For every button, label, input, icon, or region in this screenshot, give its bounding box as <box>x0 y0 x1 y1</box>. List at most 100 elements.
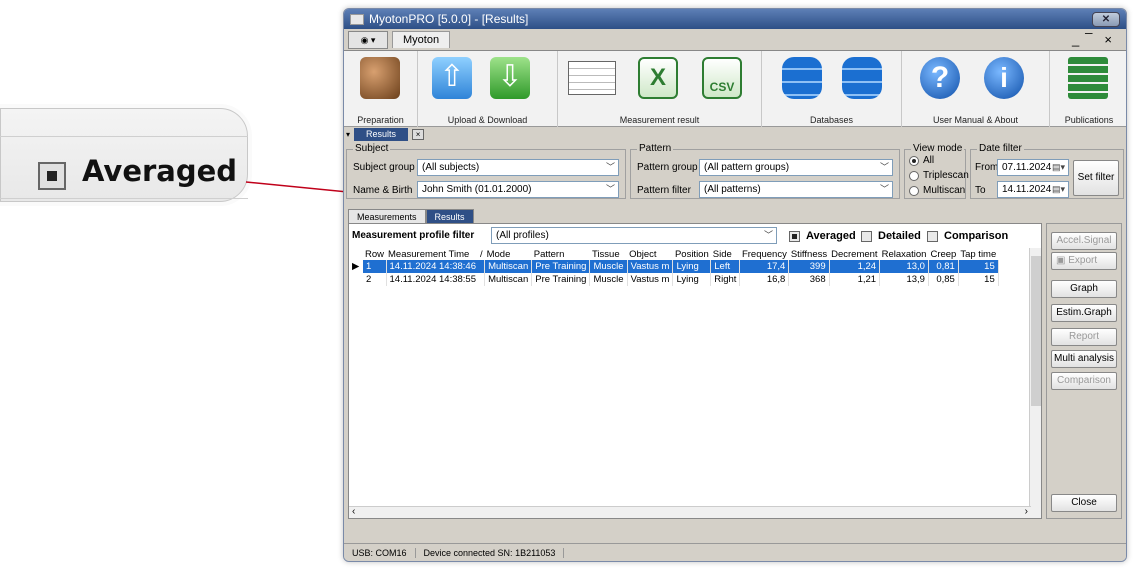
col-decrement[interactable]: Decrement <box>829 248 879 260</box>
cell-row[interactable]: 2 <box>363 273 387 286</box>
tab-measurements[interactable]: Measurements <box>348 209 426 223</box>
date-from-picker[interactable]: 07.11.2024 ▤▾ <box>997 159 1069 176</box>
doc-tab-close-icon[interactable]: × <box>412 128 425 140</box>
date-to-picker[interactable]: 14.11.2024 ▤▾ <box>997 181 1069 198</box>
mdi-controls[interactable]: _ ̅ × <box>1072 32 1118 47</box>
col-frequency[interactable]: Frequency <box>740 248 789 260</box>
cell-creep[interactable]: 0,85 <box>928 273 959 286</box>
col-stiffness[interactable]: Stiffness <box>789 248 829 260</box>
multi-analysis-button[interactable]: Multi analysis <box>1051 350 1117 368</box>
cell-relaxation[interactable]: 13,0 <box>879 260 929 273</box>
doc-tab-results[interactable]: Results <box>354 127 409 141</box>
set-filter-button[interactable]: Set filter <box>1073 160 1119 196</box>
cell-stiffness[interactable]: 399 <box>788 260 830 273</box>
col-relaxation[interactable]: Relaxation <box>880 248 929 260</box>
col-mode[interactable]: Mode <box>485 248 532 260</box>
ribbon-group-manual-about[interactable]: ? i User Manual & About <box>902 51 1050 127</box>
menu-tab-myoton[interactable]: Myoton <box>392 31 451 48</box>
name-birth-select[interactable]: John Smith (01.01.2000) ﹀ <box>417 181 619 198</box>
doc-tabs-menu-icon[interactable]: ▾ <box>346 130 350 139</box>
col-pattern[interactable]: Pattern <box>532 248 590 260</box>
cell-decrement[interactable]: 1,21 <box>829 273 881 286</box>
cell-mode[interactable]: Multiscan <box>484 273 533 286</box>
ribbon-group-publications[interactable]: Publications <box>1050 51 1126 127</box>
books-icon[interactable] <box>1068 57 1108 99</box>
col-object[interactable]: Object <box>627 248 673 260</box>
ribbon-group-preparation[interactable]: Preparation <box>344 51 418 127</box>
pattern-group-select[interactable]: (All pattern groups) ﹀ <box>699 159 893 176</box>
comparison-button[interactable]: Comparison <box>1051 372 1117 390</box>
cell-relaxation[interactable]: 13,9 <box>879 273 929 286</box>
callout-divider-top <box>0 136 248 137</box>
accel-signal-button[interactable]: Accel.Signal <box>1051 232 1117 250</box>
table-icon[interactable] <box>568 61 616 95</box>
table-row[interactable]: 2 14.11.2024 14:38:55 Multiscan Pre Trai… <box>349 273 999 286</box>
download-icon[interactable]: ⇩ <box>490 57 530 99</box>
report-button[interactable]: Report <box>1051 328 1117 346</box>
cell-measurement-time[interactable]: 14.11.2024 14:38:55 <box>386 273 486 286</box>
info-icon[interactable]: i <box>984 57 1024 99</box>
database-icon[interactable] <box>782 57 822 99</box>
cell-tap-time[interactable]: 15 <box>958 273 999 286</box>
cell-row[interactable]: 1 <box>363 260 387 273</box>
col-creep[interactable]: Creep <box>928 248 958 260</box>
cell-pattern[interactable]: Pre Training <box>531 260 591 273</box>
cell-tap-time[interactable]: 15 <box>958 260 999 273</box>
col-side[interactable]: Side <box>711 248 740 260</box>
col-measurement-time[interactable]: Measurement Time / <box>386 248 485 260</box>
view-mode-all-radio[interactable]: All <box>909 155 934 166</box>
cell-mode[interactable]: Multiscan <box>484 260 533 273</box>
col-tissue[interactable]: Tissue <box>590 248 627 260</box>
close-button[interactable]: Close <box>1051 494 1117 512</box>
tab-results[interactable]: Results <box>425 209 474 223</box>
upload-icon[interactable]: ⇧ <box>432 57 472 99</box>
cell-decrement[interactable]: 1,24 <box>829 260 881 273</box>
col-row[interactable]: Row <box>363 248 386 260</box>
view-mode-multiscan-radio[interactable]: Multiscan <box>909 185 965 196</box>
averaged-checkbox[interactable]: Averaged <box>789 230 856 242</box>
cell-side[interactable]: Right <box>710 273 741 286</box>
cell-frequency[interactable]: 17,4 <box>739 260 790 273</box>
scroll-right-icon[interactable]: › <box>1025 506 1028 517</box>
estim-graph-button[interactable]: Estim.Graph <box>1051 304 1117 322</box>
cell-tissue[interactable]: Muscle <box>589 260 628 273</box>
subject-group-select[interactable]: (All subjects) ﹀ <box>417 159 619 176</box>
vertical-scrollbar[interactable] <box>1029 248 1041 518</box>
scroll-left-icon[interactable]: ‹ <box>352 506 355 517</box>
callout-divider-bottom <box>0 198 248 199</box>
view-mode-triplescan-radio[interactable]: Triplescan <box>909 170 969 181</box>
cell-pattern[interactable]: Pre Training <box>531 273 591 286</box>
col-position[interactable]: Position <box>673 248 711 260</box>
pattern-filter-select[interactable]: (All patterns) ﹀ <box>699 181 893 198</box>
cell-position[interactable]: Lying <box>672 273 712 286</box>
horizontal-scrollbar[interactable]: ‹ › <box>349 506 1031 518</box>
cell-object[interactable]: Vastus m <box>627 273 674 286</box>
cell-side[interactable]: Left <box>710 260 741 273</box>
vertical-scroll-thumb[interactable] <box>1031 256 1041 406</box>
ribbon-group-upload-download[interactable]: ⇧ ⇩ Upload & Download <box>418 51 558 127</box>
database-sync-icon[interactable] <box>842 57 882 99</box>
profile-filter-select[interactable]: (All profiles) ﹀ <box>491 227 777 244</box>
cell-creep[interactable]: 0,81 <box>928 260 959 273</box>
csv-icon[interactable]: CSV <box>702 57 742 99</box>
cell-measurement-time[interactable]: 14.11.2024 14:38:46 <box>386 260 486 273</box>
col-tap-time[interactable]: Tap time <box>958 248 998 260</box>
add-user-icon[interactable] <box>360 57 400 99</box>
cell-position[interactable]: Lying <box>672 260 712 273</box>
export-button[interactable]: ▣ Export <box>1051 252 1117 270</box>
table-row[interactable]: ▶ 1 14.11.2024 14:38:46 Multiscan Pre Tr… <box>349 260 999 273</box>
ribbon-group-measurement-result[interactable]: X CSV Measurement result <box>558 51 762 127</box>
quick-access-button[interactable]: ◉ ▾ <box>348 30 388 49</box>
comparison-checkbox[interactable]: Comparison <box>927 230 1008 242</box>
cell-object[interactable]: Vastus m <box>627 260 674 273</box>
excel-icon[interactable]: X <box>638 57 678 99</box>
detailed-checkbox[interactable]: Detailed <box>861 230 921 242</box>
cell-frequency[interactable]: 16,8 <box>739 273 790 286</box>
name-birth-label: Name & Birth <box>353 185 413 196</box>
graph-button[interactable]: Graph <box>1051 280 1117 298</box>
cell-stiffness[interactable]: 368 <box>788 273 830 286</box>
ribbon-group-databases[interactable]: Databases <box>762 51 902 127</box>
help-icon[interactable]: ? <box>920 57 960 99</box>
cell-tissue[interactable]: Muscle <box>589 273 628 286</box>
window-close-button[interactable]: ✕ <box>1092 11 1120 27</box>
